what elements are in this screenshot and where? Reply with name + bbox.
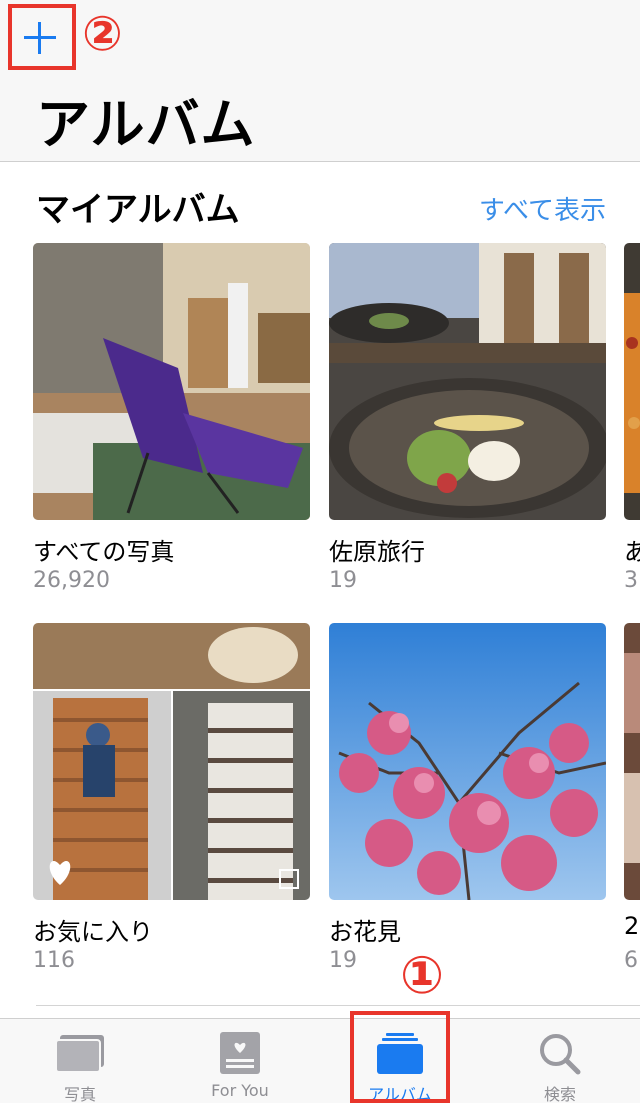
photos-icon bbox=[55, 1035, 104, 1073]
album-name: お気に入り bbox=[33, 918, 153, 944]
search-icon bbox=[540, 1034, 581, 1075]
see-all-link[interactable]: すべて表示 bbox=[479, 190, 606, 227]
album-thumbnail bbox=[329, 623, 606, 900]
tab-label: For You bbox=[211, 1081, 269, 1100]
album-thumbnail bbox=[33, 623, 310, 900]
add-album-button[interactable] bbox=[8, 4, 76, 70]
album-name: 佐原旅行 bbox=[329, 538, 425, 564]
album-thumbnail bbox=[329, 243, 606, 520]
tab-label: 検索 bbox=[543, 1085, 576, 1103]
tab-for-you[interactable]: For You bbox=[160, 1019, 320, 1103]
tab-bar: 写真 For You アルバム 検索 bbox=[0, 1018, 640, 1103]
album-name: あ bbox=[624, 538, 640, 564]
navigation-header: ② アルバム bbox=[0, 0, 640, 162]
album-name: すべての写真 bbox=[33, 538, 175, 564]
annotation-marker-2: ② bbox=[82, 6, 123, 62]
album-count: 3 bbox=[624, 568, 638, 593]
album-count: 116 bbox=[33, 948, 75, 973]
album-name: お花見 bbox=[329, 918, 401, 944]
page-title: アルバム bbox=[36, 93, 256, 156]
album-name: 2 bbox=[624, 912, 640, 940]
album-hanami[interactable]: お花見 19 bbox=[329, 623, 606, 978]
album-thumbnail bbox=[624, 243, 640, 520]
album-count: 6 bbox=[624, 948, 638, 973]
annotation-highlight-albums-tab bbox=[350, 1011, 450, 1103]
album-partial-2[interactable]: 2 6 bbox=[624, 623, 640, 978]
album-partial[interactable]: あ 3 bbox=[624, 243, 640, 598]
tab-photos[interactable]: 写真 bbox=[0, 1019, 160, 1103]
album-count: 26,920 bbox=[33, 568, 110, 593]
tab-label: 写真 bbox=[63, 1085, 96, 1103]
section-title: マイアルバム bbox=[36, 190, 240, 230]
album-favorites[interactable]: お気に入り 116 bbox=[33, 623, 310, 978]
album-sawara-trip[interactable]: 佐原旅行 19 bbox=[329, 243, 606, 598]
album-count: 19 bbox=[329, 948, 357, 973]
annotation-marker-1: ① bbox=[400, 946, 445, 1006]
tab-search[interactable]: 検索 bbox=[480, 1019, 640, 1103]
section-divider bbox=[36, 1005, 640, 1006]
album-all-photos[interactable]: すべての写真 26,920 bbox=[33, 243, 310, 598]
album-count: 19 bbox=[329, 568, 357, 593]
for-you-icon bbox=[220, 1032, 260, 1074]
album-thumbnail bbox=[624, 623, 640, 900]
album-thumbnail bbox=[33, 243, 310, 520]
